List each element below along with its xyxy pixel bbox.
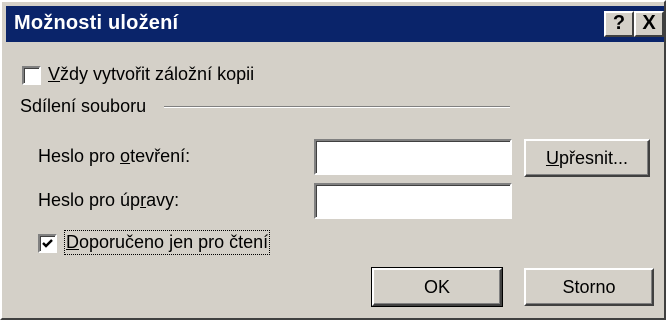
checkmark-icon <box>42 239 53 248</box>
backup-checkbox[interactable] <box>22 66 41 85</box>
open-password-input[interactable] <box>314 139 512 175</box>
title-bar[interactable]: Možnosti uložení ? X <box>6 6 664 42</box>
close-button[interactable]: X <box>634 11 664 37</box>
modify-password-label: Heslo pro úpravy: <box>38 190 180 210</box>
modify-password-input[interactable] <box>314 183 512 219</box>
close-icon: X <box>642 12 656 34</box>
window-title: Možnosti uložení <box>14 12 179 34</box>
group-divider <box>164 106 510 108</box>
cancel-button[interactable]: Storno <box>524 268 654 306</box>
backup-label[interactable]: Vždy vytvořit záložní kopii <box>48 64 254 85</box>
readonly-label[interactable]: Doporučeno jen pro čtení <box>63 230 271 255</box>
save-options-dialog: Možnosti uložení ? X Vždy vytvořit zálož… <box>0 0 666 320</box>
open-password-label: Heslo pro otevření: <box>38 146 191 166</box>
help-button[interactable]: ? <box>604 11 634 37</box>
readonly-checkbox[interactable] <box>38 234 57 253</box>
advanced-button[interactable]: Upřesnit... <box>524 139 650 177</box>
file-sharing-group-label: Sdílení souboru <box>20 96 147 116</box>
help-icon: ? <box>612 12 626 34</box>
ok-button[interactable]: OK <box>371 267 503 307</box>
